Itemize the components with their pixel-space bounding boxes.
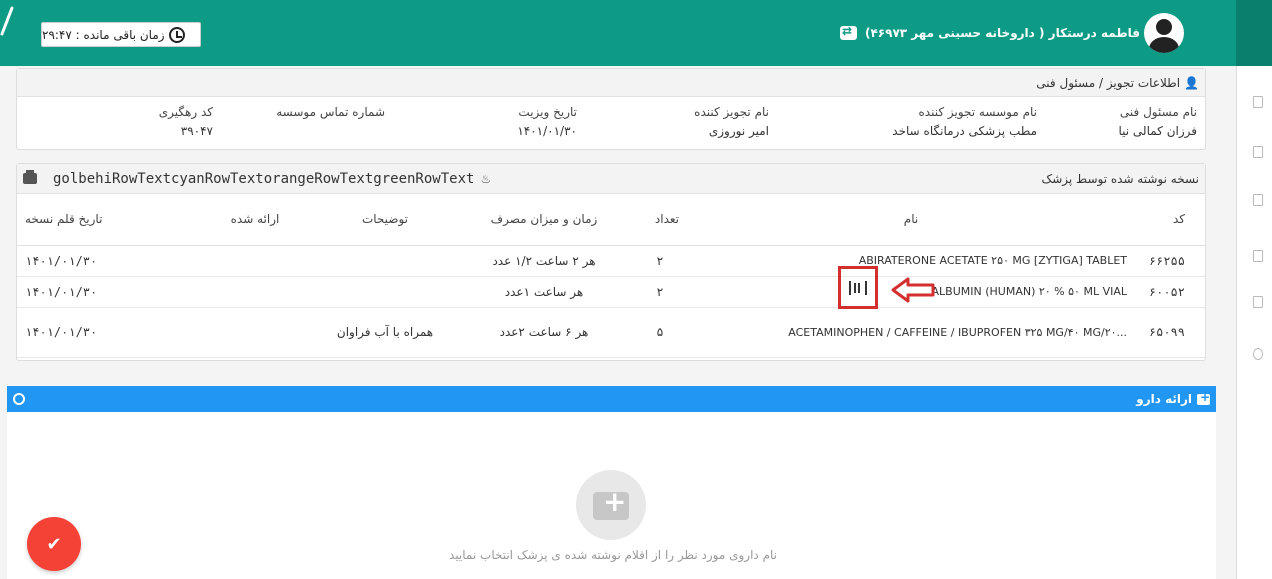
table-row[interactable]: ۶۶۲۵۵ ABIRATERONE ACETATE ۲۵۰ MG [ZYTIGA… bbox=[17, 245, 1205, 277]
medical-kit-placeholder-icon bbox=[576, 470, 646, 540]
barcode-icon bbox=[849, 280, 867, 295]
info-field: نام تجویز کننده امیر نوروزی bbox=[694, 105, 769, 138]
user-info[interactable]: فاطمه درستکار ( داروخانه حسینی مهر ۴۶۹۷۳… bbox=[840, 10, 1184, 56]
user-icon: 👤 bbox=[1184, 75, 1199, 90]
dispense-empty-text: نام داروی مورد نظر را از اقلام نوشته شده… bbox=[449, 548, 777, 562]
prescription-panel: نسخه نوشته شده توسط پزشک ♨ golbehiRowTex… bbox=[16, 163, 1206, 361]
clock-icon bbox=[168, 26, 185, 43]
top-bar: زمان باقی مانده : ۲۹:۴۷ فاطمه درستکار ( … bbox=[0, 0, 1236, 66]
prescription-title: نسخه نوشته شده توسط پزشک bbox=[1041, 171, 1199, 186]
user-avatar-icon[interactable] bbox=[1144, 13, 1184, 53]
table-row[interactable]: ۶۵۰۹۹ ACETAMINOPHEN / CAFFEINE / IBUPROF… bbox=[17, 307, 1205, 358]
col-usage: زمان و میزان مصرف bbox=[455, 194, 633, 246]
paint-bucket-icon: ♨ bbox=[480, 171, 492, 186]
report-icon[interactable] bbox=[1253, 250, 1263, 262]
prescriber-info-header: 👤 اطلاعات تجویز / مسئول فنی bbox=[17, 69, 1205, 97]
prescription-code: golbehiRowTextcyanRowTextorangeRowTextgr… bbox=[53, 170, 475, 187]
list-icon[interactable] bbox=[1253, 194, 1263, 206]
col-name: نام bbox=[687, 194, 1135, 246]
col-given: ارائه شده bbox=[195, 194, 315, 246]
dispense-header: ارائه دارو bbox=[7, 386, 1216, 412]
red-arrow-annotation bbox=[891, 277, 935, 303]
check-circle-icon[interactable] bbox=[13, 393, 25, 405]
print-icon[interactable] bbox=[23, 170, 37, 184]
barcode-scan-button[interactable] bbox=[838, 266, 878, 309]
prescription-table: کد نام تعداد زمان و میزان مصرف توضیحات ا… bbox=[17, 194, 1205, 358]
clipboard-icon[interactable] bbox=[1253, 146, 1263, 158]
medical-kit-icon bbox=[1197, 390, 1210, 405]
session-timer: زمان باقی مانده : ۲۹:۴۷ bbox=[41, 22, 201, 47]
prescriber-info-title: اطلاعات تجویز / مسئول فنی bbox=[1036, 75, 1181, 90]
info-field: تاریخ ویزیت ۱۴۰۱/۰۱/۳۰ bbox=[517, 105, 577, 138]
confirm-button[interactable]: ✔ bbox=[27, 517, 81, 571]
info-field: شماره تماس موسسه bbox=[276, 105, 385, 119]
prescriber-info-grid: نام مسئول فنی فرزان کمالی نیا نام موسسه … bbox=[17, 97, 1205, 143]
timer-label: زمان باقی مانده : ۲۹:۴۷ bbox=[42, 27, 165, 42]
checkmark-icon: ✔ bbox=[46, 533, 62, 555]
dispense-title: ارائه دارو bbox=[1136, 392, 1192, 406]
document-icon[interactable] bbox=[1253, 96, 1263, 108]
top-bar-corner bbox=[1236, 0, 1272, 66]
prescriber-info-panel: 👤 اطلاعات تجویز / مسئول فنی نام مسئول فن… bbox=[16, 68, 1206, 150]
switch-pharmacy-icon[interactable] bbox=[840, 24, 857, 40]
table-header-row: کد نام تعداد زمان و میزان مصرف توضیحات ا… bbox=[17, 194, 1205, 246]
check-circle-icon[interactable] bbox=[1253, 348, 1263, 360]
col-code: کد bbox=[1135, 194, 1205, 246]
menu-toggle-icon[interactable] bbox=[0, 0, 14, 40]
col-date: تاریخ قلم نسخه bbox=[17, 194, 195, 246]
prescription-header: نسخه نوشته شده توسط پزشک ♨ golbehiRowTex… bbox=[17, 164, 1205, 194]
table-row[interactable]: ۶۰۰۵۲ ALBUMIN (HUMAN) ۲۰ % ۵۰ ML VIAL ۲ … bbox=[17, 276, 1205, 308]
col-notes: توضیحات bbox=[315, 194, 455, 246]
info-field: کد رهگیری ۳۹۰۴۷ bbox=[158, 105, 213, 138]
calculator-icon[interactable] bbox=[1253, 296, 1263, 308]
col-qty: تعداد bbox=[633, 194, 687, 246]
right-sidebar bbox=[1236, 66, 1272, 579]
info-field: نام موسسه تجویز کننده مطب پزشکی درمانگاه… bbox=[892, 105, 1037, 138]
user-name: فاطمه درستکار ( داروخانه حسینی مهر ۴۶۹۷۳… bbox=[865, 26, 1140, 40]
info-field: نام مسئول فنی فرزان کمالی نیا bbox=[1118, 105, 1197, 138]
